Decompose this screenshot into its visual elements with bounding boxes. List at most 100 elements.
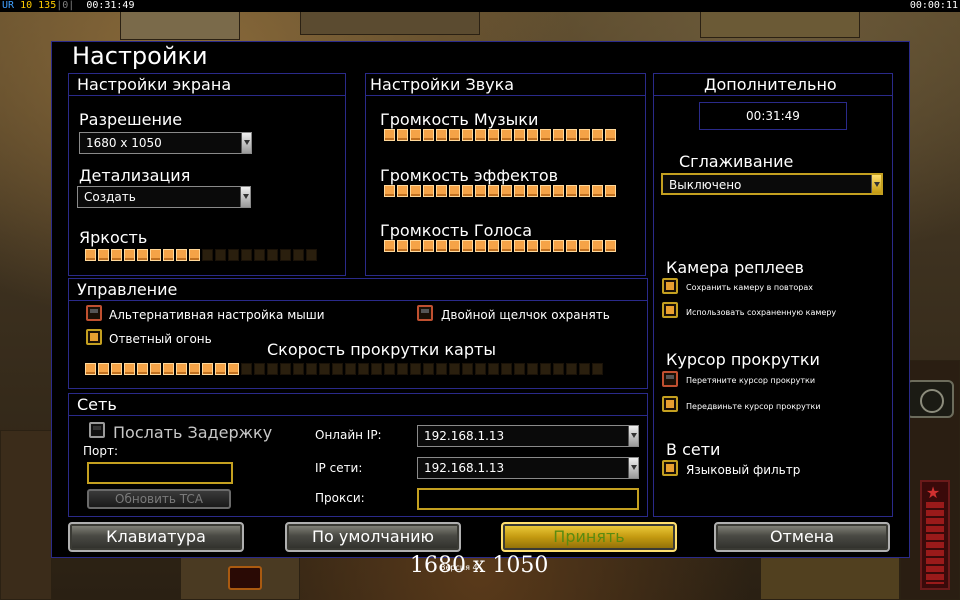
slider-segment[interactable] xyxy=(280,363,291,375)
slider-segment[interactable] xyxy=(488,129,499,141)
drag-cursor-checkbox[interactable] xyxy=(662,371,678,387)
slider-segment[interactable] xyxy=(566,363,577,375)
slider-segment[interactable] xyxy=(501,240,512,252)
message-icon[interactable] xyxy=(228,566,262,590)
slider-segment[interactable] xyxy=(423,129,434,141)
slider-segment[interactable] xyxy=(475,363,486,375)
slider-segment[interactable] xyxy=(306,363,317,375)
slider-segment[interactable] xyxy=(436,363,447,375)
keyboard-button[interactable]: Клавиатура xyxy=(68,522,244,552)
slider-segment[interactable] xyxy=(436,129,447,141)
slider-segment[interactable] xyxy=(98,363,109,375)
slider-segment[interactable] xyxy=(306,249,317,261)
proxy-input[interactable] xyxy=(417,488,639,510)
slider-segment[interactable] xyxy=(267,363,278,375)
slider-segment[interactable] xyxy=(488,240,499,252)
slider-segment[interactable] xyxy=(410,185,421,197)
slider-segment[interactable] xyxy=(293,249,304,261)
slider-segment[interactable] xyxy=(176,249,187,261)
slider-segment[interactable] xyxy=(384,363,395,375)
slider-segment[interactable] xyxy=(605,185,616,197)
slider-segment[interactable] xyxy=(566,240,577,252)
slider-segment[interactable] xyxy=(85,249,96,261)
slider-segment[interactable] xyxy=(579,129,590,141)
slider-segment[interactable] xyxy=(501,129,512,141)
slider-segment[interactable] xyxy=(111,363,122,375)
slider-segment[interactable] xyxy=(566,129,577,141)
scroll-speed-slider[interactable] xyxy=(85,363,603,375)
slider-segment[interactable] xyxy=(462,185,473,197)
slider-segment[interactable] xyxy=(228,249,239,261)
slider-segment[interactable] xyxy=(540,363,551,375)
slider-segment[interactable] xyxy=(384,129,395,141)
slider-segment[interactable] xyxy=(449,185,460,197)
slider-segment[interactable] xyxy=(215,249,226,261)
slider-segment[interactable] xyxy=(462,363,473,375)
aa-select[interactable]: Выключено xyxy=(661,173,883,195)
slider-segment[interactable] xyxy=(397,363,408,375)
slider-segment[interactable] xyxy=(137,249,148,261)
slider-segment[interactable] xyxy=(501,363,512,375)
slider-segment[interactable] xyxy=(527,185,538,197)
slider-segment[interactable] xyxy=(124,363,135,375)
slider-segment[interactable] xyxy=(514,363,525,375)
slider-segment[interactable] xyxy=(605,240,616,252)
slider-segment[interactable] xyxy=(163,249,174,261)
slider-segment[interactable] xyxy=(475,185,486,197)
slider-segment[interactable] xyxy=(254,249,265,261)
slider-segment[interactable] xyxy=(527,363,538,375)
slider-segment[interactable] xyxy=(150,249,161,261)
slider-segment[interactable] xyxy=(579,185,590,197)
effects-slider[interactable] xyxy=(384,185,616,197)
slider-segment[interactable] xyxy=(527,129,538,141)
slider-segment[interactable] xyxy=(163,363,174,375)
slider-segment[interactable] xyxy=(267,249,278,261)
slider-segment[interactable] xyxy=(189,363,200,375)
slider-segment[interactable] xyxy=(345,363,356,375)
slider-segment[interactable] xyxy=(514,240,525,252)
alt-mouse-checkbox[interactable] xyxy=(86,305,102,321)
slider-segment[interactable] xyxy=(254,363,265,375)
slider-segment[interactable] xyxy=(423,240,434,252)
brightness-slider[interactable] xyxy=(85,249,317,261)
slider-segment[interactable] xyxy=(475,129,486,141)
slider-segment[interactable] xyxy=(397,129,408,141)
slider-segment[interactable] xyxy=(423,363,434,375)
send-delay-checkbox[interactable] xyxy=(89,422,105,438)
slider-segment[interactable] xyxy=(488,185,499,197)
slider-segment[interactable] xyxy=(293,363,304,375)
voice-slider[interactable] xyxy=(384,240,616,252)
slider-segment[interactable] xyxy=(514,129,525,141)
port-input[interactable] xyxy=(87,462,233,484)
slider-segment[interactable] xyxy=(475,240,486,252)
slider-segment[interactable] xyxy=(124,249,135,261)
slider-segment[interactable] xyxy=(150,363,161,375)
slider-segment[interactable] xyxy=(202,249,213,261)
resolution-select[interactable]: 1680 x 1050 xyxy=(79,132,252,154)
slider-segment[interactable] xyxy=(176,363,187,375)
chevron-down-icon[interactable] xyxy=(628,426,638,446)
slider-segment[interactable] xyxy=(553,129,564,141)
slider-segment[interactable] xyxy=(319,363,330,375)
slider-segment[interactable] xyxy=(579,363,590,375)
slider-segment[interactable] xyxy=(449,129,460,141)
detail-select[interactable]: Создать xyxy=(77,186,251,208)
online-ip-select[interactable]: 192.168.1.13 xyxy=(417,425,639,447)
slider-segment[interactable] xyxy=(98,249,109,261)
slider-segment[interactable] xyxy=(189,249,200,261)
slider-segment[interactable] xyxy=(488,363,499,375)
slider-segment[interactable] xyxy=(358,363,369,375)
radar-icon[interactable] xyxy=(906,380,954,418)
slider-segment[interactable] xyxy=(540,240,551,252)
slider-segment[interactable] xyxy=(592,363,603,375)
slider-segment[interactable] xyxy=(384,185,395,197)
slider-segment[interactable] xyxy=(423,185,434,197)
lan-ip-select[interactable]: 192.168.1.13 xyxy=(417,457,639,479)
return-fire-checkbox[interactable] xyxy=(86,329,102,345)
slider-segment[interactable] xyxy=(462,129,473,141)
double-click-checkbox[interactable] xyxy=(417,305,433,321)
slider-segment[interactable] xyxy=(111,249,122,261)
slider-segment[interactable] xyxy=(215,363,226,375)
save-cam-checkbox[interactable] xyxy=(662,278,678,294)
slider-segment[interactable] xyxy=(228,363,239,375)
